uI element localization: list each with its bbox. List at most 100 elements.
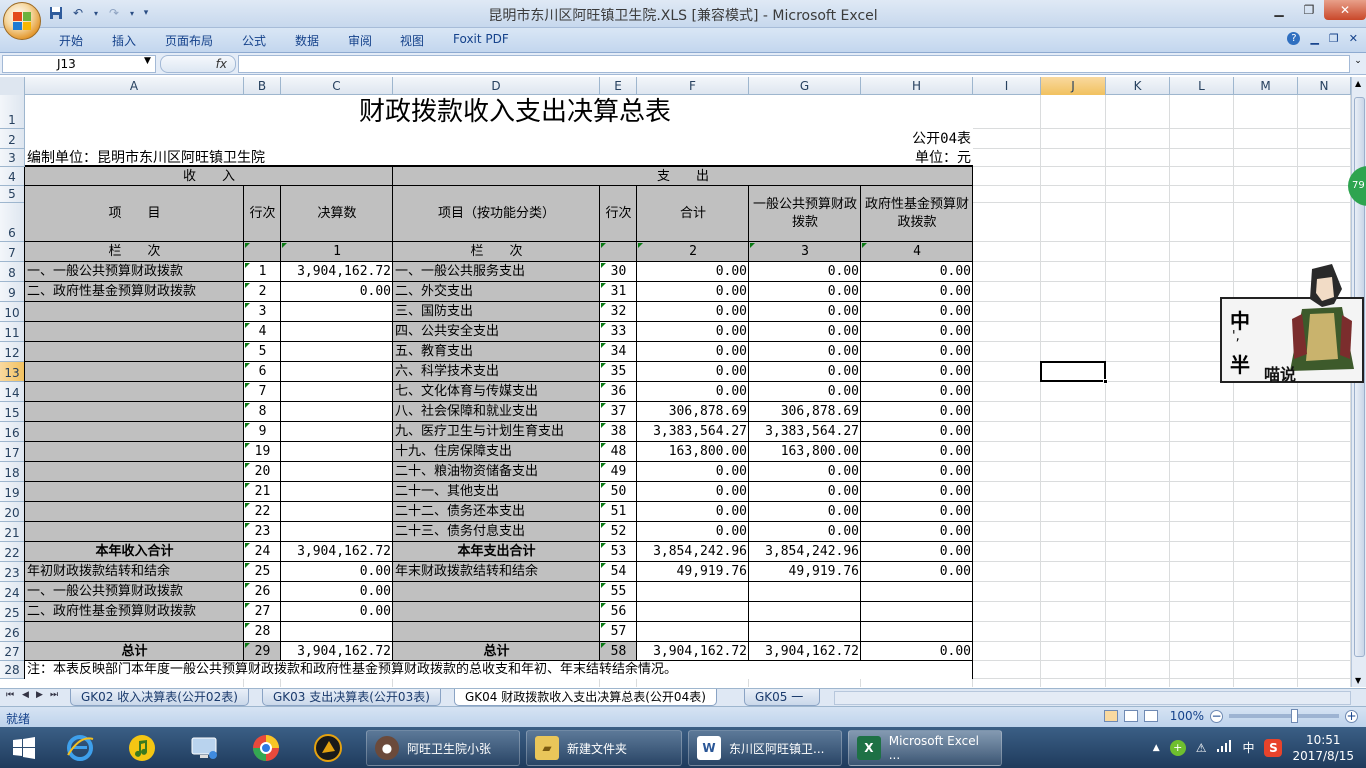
- ime-punct-indicator[interactable]: ',: [1232, 329, 1240, 344]
- network-warning-icon[interactable]: ⚠: [1196, 741, 1207, 755]
- tab-insert[interactable]: 插入: [112, 32, 136, 49]
- page-layout-view-icon[interactable]: [1123, 710, 1138, 722]
- input-method-indicator[interactable]: 中: [1242, 739, 1254, 756]
- ime-floating-bar[interactable]: 中 ', 半 喵说: [1220, 264, 1364, 384]
- workbook-restore-icon[interactable]: ❐: [1329, 32, 1339, 45]
- normal-view-icon[interactable]: [1103, 710, 1118, 722]
- tab-data[interactable]: 数据: [295, 32, 319, 49]
- customize-qat-icon[interactable]: ▾: [142, 5, 150, 21]
- clock[interactable]: 10:51 2017/8/15: [1292, 732, 1354, 764]
- sheet-tab-gk03[interactable]: GK03 支出决算表(公开03表): [262, 689, 441, 706]
- column-header-g[interactable]: G: [749, 77, 861, 95]
- last-sheet-icon[interactable]: ⏭: [50, 690, 58, 700]
- row-header-20[interactable]: 20: [0, 502, 25, 522]
- column-header-a[interactable]: A: [25, 77, 244, 95]
- row-header-24[interactable]: 24: [0, 582, 25, 602]
- tab-view[interactable]: 视图: [400, 32, 424, 49]
- column-header-k[interactable]: K: [1106, 77, 1170, 95]
- row-header-12[interactable]: 12: [0, 342, 25, 362]
- show-hidden-icons-icon[interactable]: ▲: [1153, 743, 1160, 753]
- zoom-in-icon[interactable]: +: [1345, 709, 1358, 723]
- sheet-tab-gk02[interactable]: GK02 收入决算表(公开02表): [70, 689, 249, 706]
- tab-home[interactable]: 开始: [59, 32, 83, 49]
- column-header-h[interactable]: H: [861, 77, 973, 95]
- tab-formulas[interactable]: 公式: [242, 32, 266, 49]
- fill-handle[interactable]: [1103, 379, 1108, 384]
- row-header-21[interactable]: 21: [0, 522, 25, 542]
- office-button[interactable]: [3, 2, 41, 40]
- scroll-up-icon[interactable]: ▲: [1355, 79, 1361, 88]
- name-box[interactable]: J13: [2, 55, 156, 73]
- row-header-4[interactable]: 4: [0, 167, 25, 186]
- row-header-14[interactable]: 14: [0, 382, 25, 402]
- horizontal-scrollbar[interactable]: [834, 691, 1351, 705]
- column-header-f[interactable]: F: [637, 77, 749, 95]
- page-break-view-icon[interactable]: [1143, 710, 1158, 722]
- row-header-2[interactable]: 2: [0, 129, 25, 149]
- row-header-9[interactable]: 9: [0, 282, 25, 302]
- sheet-tab-gk04[interactable]: GK04 财政拨款收入支出决算总表(公开04表): [454, 689, 717, 706]
- column-header-d[interactable]: D: [393, 77, 600, 95]
- ie-browser-icon[interactable]: [58, 731, 102, 765]
- taskbar-window-folder[interactable]: ▰ 新建文件夹: [526, 730, 682, 766]
- column-header-l[interactable]: L: [1170, 77, 1234, 95]
- worksheet-grid[interactable]: ABCDEFGHIJKLMN 1 2 3 4 5 6 7 8 9 10 11 12 13 14 15 16 17…: [0, 77, 1351, 687]
- taskbar-window-chat[interactable]: ● 阿旺卫生院小张: [366, 730, 520, 766]
- row-header-23[interactable]: 23: [0, 562, 25, 582]
- zoom-slider-knob[interactable]: [1291, 709, 1298, 723]
- ime-width-indicator[interactable]: 半: [1230, 349, 1250, 378]
- row-header-1[interactable]: 1: [0, 95, 25, 129]
- row-header-26[interactable]: 26: [0, 622, 25, 642]
- tab-page-layout[interactable]: 页面布局: [165, 32, 213, 49]
- undo-dropdown-icon[interactable]: ▾: [92, 5, 100, 21]
- sheet-tab-gk05[interactable]: GK05 一般: [744, 689, 820, 706]
- taskbar-window-word[interactable]: W 东川区阿旺镇卫...: [688, 730, 842, 766]
- row-header-19[interactable]: 19: [0, 482, 25, 502]
- music-app-icon[interactable]: [120, 731, 164, 765]
- minimize-icon[interactable]: ▁: [1264, 0, 1294, 20]
- next-sheet-icon[interactable]: ▶: [36, 690, 43, 700]
- formula-input[interactable]: [238, 55, 1350, 73]
- column-header-c[interactable]: C: [281, 77, 393, 95]
- taskbar-window-excel[interactable]: X Microsoft Excel ...: [848, 730, 1002, 766]
- redo-dropdown-icon[interactable]: ▾: [128, 5, 136, 21]
- row-header-25[interactable]: 25: [0, 602, 25, 622]
- insert-function-button[interactable]: fx: [160, 55, 236, 73]
- scroll-down-icon[interactable]: ▼: [1355, 676, 1361, 685]
- zoom-level[interactable]: 100%: [1170, 709, 1204, 723]
- zoom-slider[interactable]: [1229, 709, 1339, 723]
- zoom-out-icon[interactable]: −: [1210, 709, 1223, 723]
- workbook-minimize-icon[interactable]: ▁: [1310, 32, 1318, 45]
- row-header-11[interactable]: 11: [0, 322, 25, 342]
- start-button[interactable]: [2, 731, 46, 765]
- remote-desktop-icon[interactable]: [182, 731, 226, 765]
- undo-icon[interactable]: ↶: [70, 5, 86, 21]
- prev-sheet-icon[interactable]: ◀: [22, 690, 29, 700]
- row-header-8[interactable]: 8: [0, 262, 25, 282]
- column-header-e[interactable]: E: [600, 77, 637, 95]
- help-icon[interactable]: ?: [1287, 32, 1301, 45]
- row-header-3[interactable]: 3: [0, 149, 25, 167]
- row-header-15[interactable]: 15: [0, 402, 25, 422]
- first-sheet-icon[interactable]: ⏮: [6, 690, 14, 700]
- tab-review[interactable]: 审阅: [348, 32, 372, 49]
- row-header-13[interactable]: 13: [0, 362, 25, 382]
- tab-foxit-pdf[interactable]: Foxit PDF: [453, 32, 509, 46]
- row-header-22[interactable]: 22: [0, 542, 25, 562]
- row-header-18[interactable]: 18: [0, 462, 25, 482]
- workbook-close-icon[interactable]: ✕: [1349, 32, 1358, 45]
- name-box-dropdown-icon[interactable]: ▼: [144, 56, 151, 66]
- row-header-5[interactable]: 5: [0, 186, 25, 203]
- row-header-17[interactable]: 17: [0, 442, 25, 462]
- row-header-27[interactable]: 27: [0, 642, 25, 661]
- media-player-icon[interactable]: [306, 731, 350, 765]
- row-header-10[interactable]: 10: [0, 302, 25, 322]
- row-header-16[interactable]: 16: [0, 422, 25, 442]
- network-signal-icon[interactable]: [1216, 739, 1232, 756]
- column-header-j[interactable]: J: [1041, 77, 1106, 95]
- chrome-like-browser-icon[interactable]: [244, 731, 288, 765]
- expand-formula-bar-icon[interactable]: ⌄: [1352, 56, 1364, 72]
- sogou-input-icon[interactable]: S: [1264, 738, 1283, 757]
- selected-cell[interactable]: [1040, 361, 1106, 382]
- column-header-n[interactable]: N: [1298, 77, 1351, 95]
